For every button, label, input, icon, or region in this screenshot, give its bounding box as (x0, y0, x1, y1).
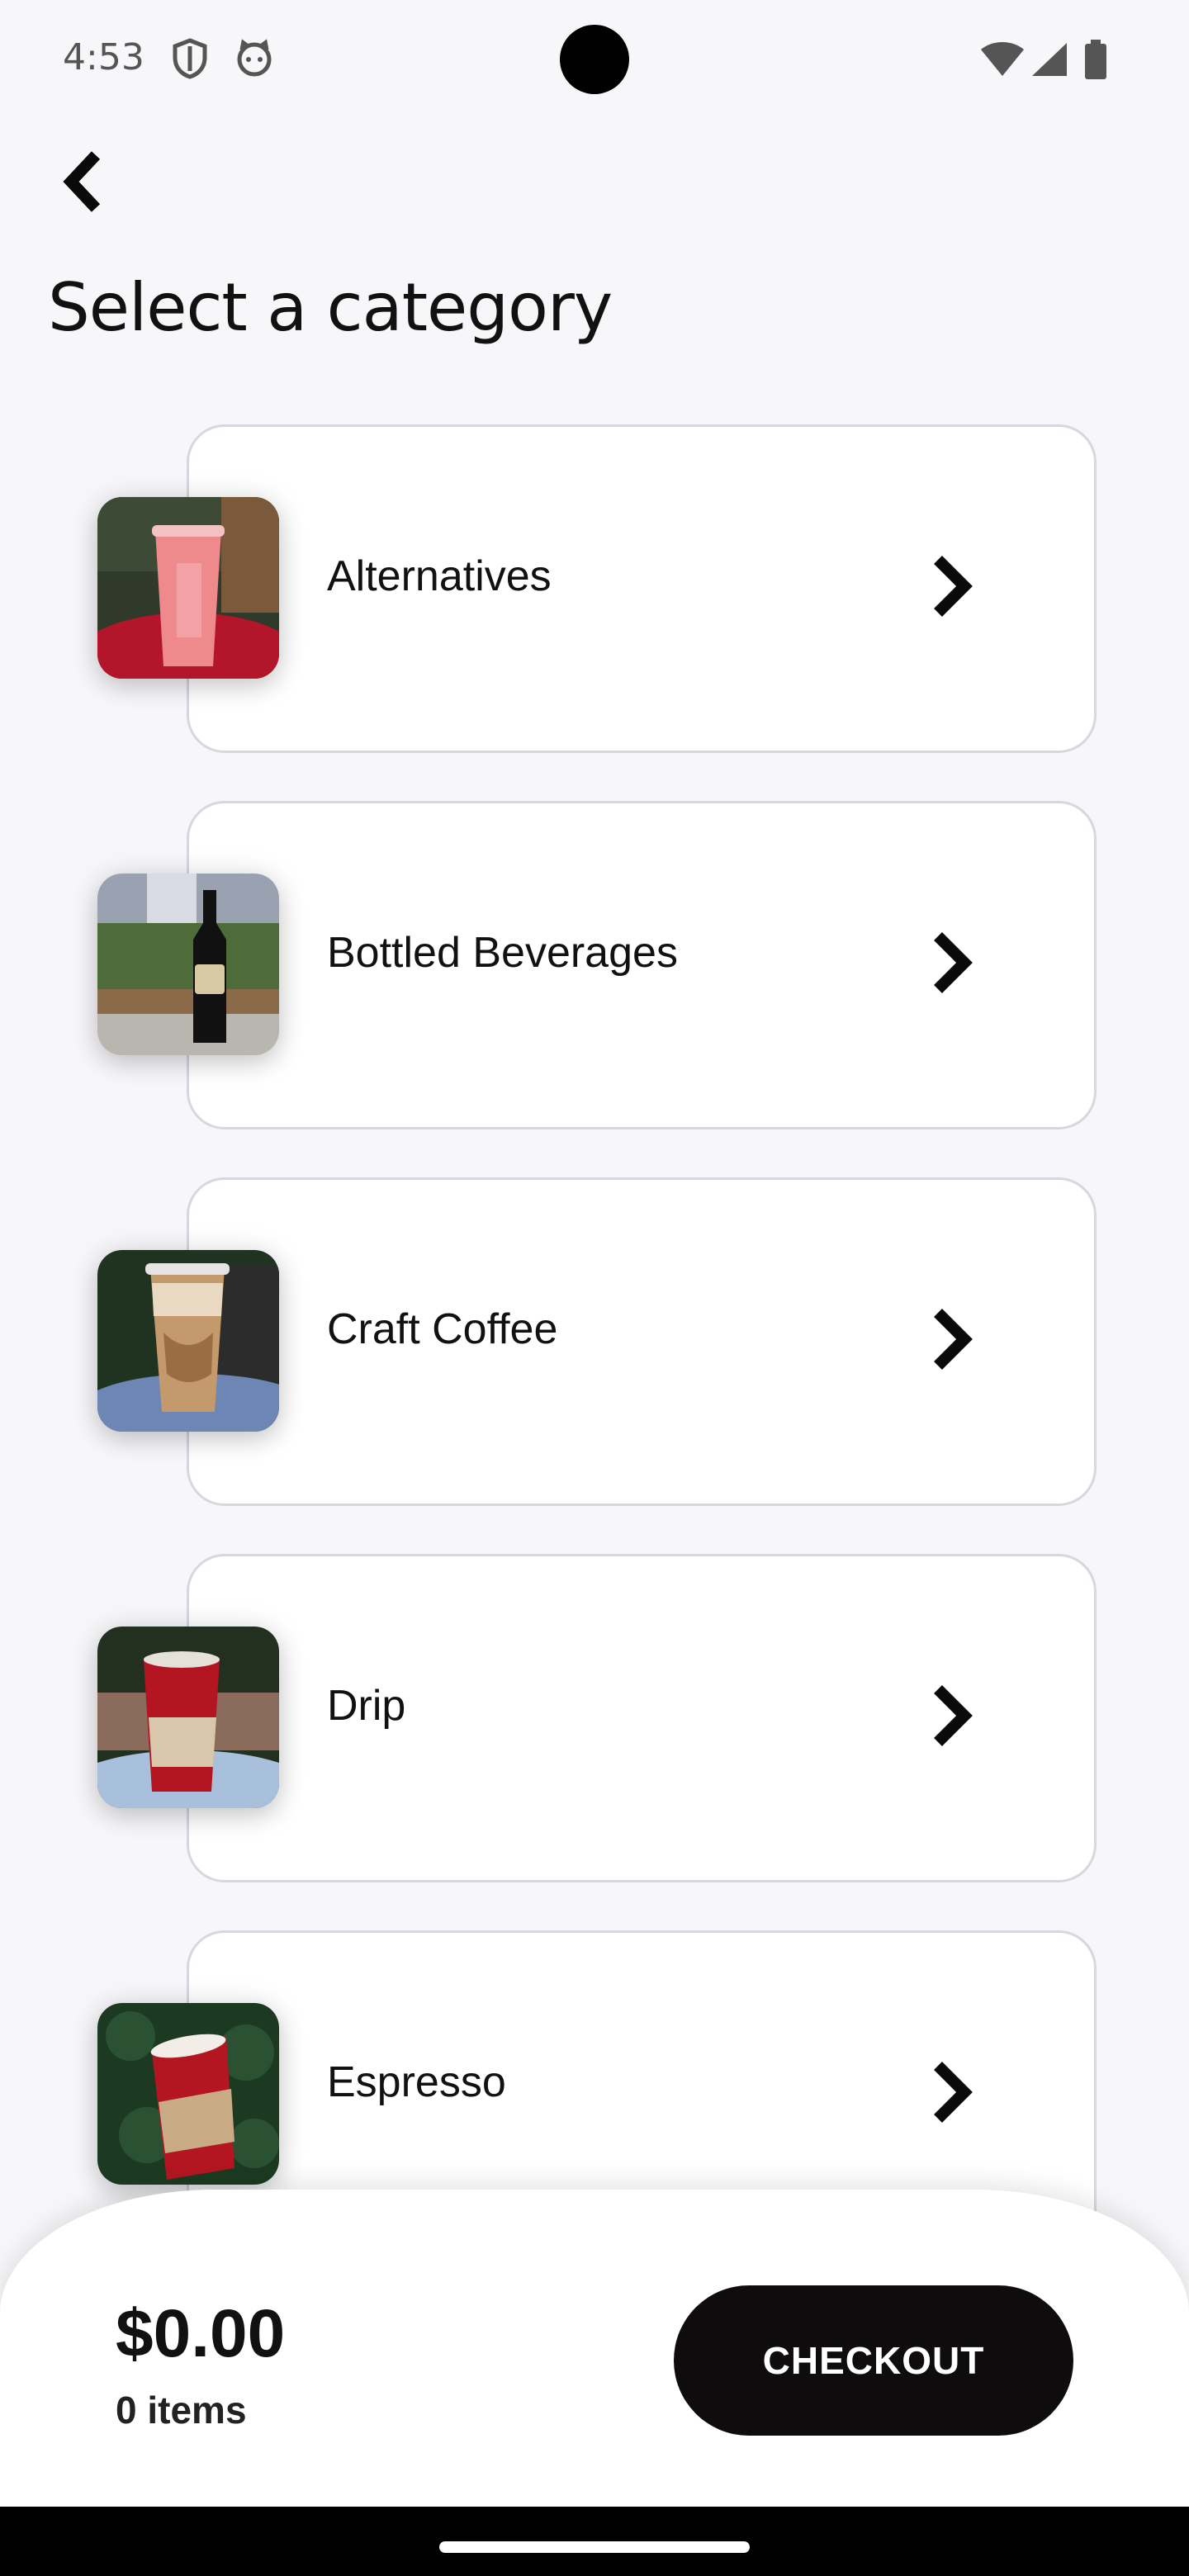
category-item-drip[interactable]: Drip (0, 1554, 1189, 1884)
signal-icon (1030, 41, 1068, 82)
chevron-right-icon (930, 2061, 976, 2124)
category-image-espresso (97, 2003, 279, 2185)
category-label: Craft Coffee (327, 1305, 558, 1353)
chevron-left-icon (58, 151, 107, 218)
back-button[interactable] (58, 149, 132, 231)
home-indicator[interactable] (439, 2541, 750, 2553)
cart-summary-sheet: $0.00 0 items CHECKOUT (0, 2190, 1189, 2520)
cart-item-count: 0 items (116, 2389, 247, 2432)
category-label: Alternatives (327, 552, 552, 600)
category-label: Bottled Beverages (327, 929, 678, 977)
status-bar: 4:53 (0, 0, 1189, 124)
chevron-right-icon (930, 555, 976, 618)
screen: 4:53 Select a category Alternatives Bott… (0, 0, 1189, 2576)
category-item-craft-coffee[interactable]: Craft Coffee (0, 1177, 1189, 1508)
shield-icon (172, 38, 208, 83)
checkout-button[interactable]: CHECKOUT (674, 2285, 1073, 2436)
wifi-icon (979, 41, 1026, 82)
chevron-right-icon (930, 1308, 976, 1371)
category-image-alternatives (97, 497, 279, 679)
battery-icon (1085, 40, 1106, 83)
category-image-craft-coffee (97, 1250, 279, 1432)
category-label: Espresso (327, 2058, 506, 2106)
category-image-bottled-beverages (97, 874, 279, 1055)
page-title: Select a category (48, 269, 613, 346)
category-image-drip (97, 1627, 279, 1808)
camera-cutout (560, 25, 629, 94)
cart-total: $0.00 (116, 2296, 286, 2371)
chevron-right-icon (930, 931, 976, 994)
category-label: Drip (327, 1682, 406, 1730)
category-item-alternatives[interactable]: Alternatives (0, 424, 1189, 755)
status-time: 4:53 (63, 36, 144, 78)
cat-face-icon (234, 38, 274, 82)
category-item-bottled-beverages[interactable]: Bottled Beverages (0, 801, 1189, 1131)
navigation-bar (0, 2507, 1189, 2576)
chevron-right-icon (930, 1684, 976, 1747)
